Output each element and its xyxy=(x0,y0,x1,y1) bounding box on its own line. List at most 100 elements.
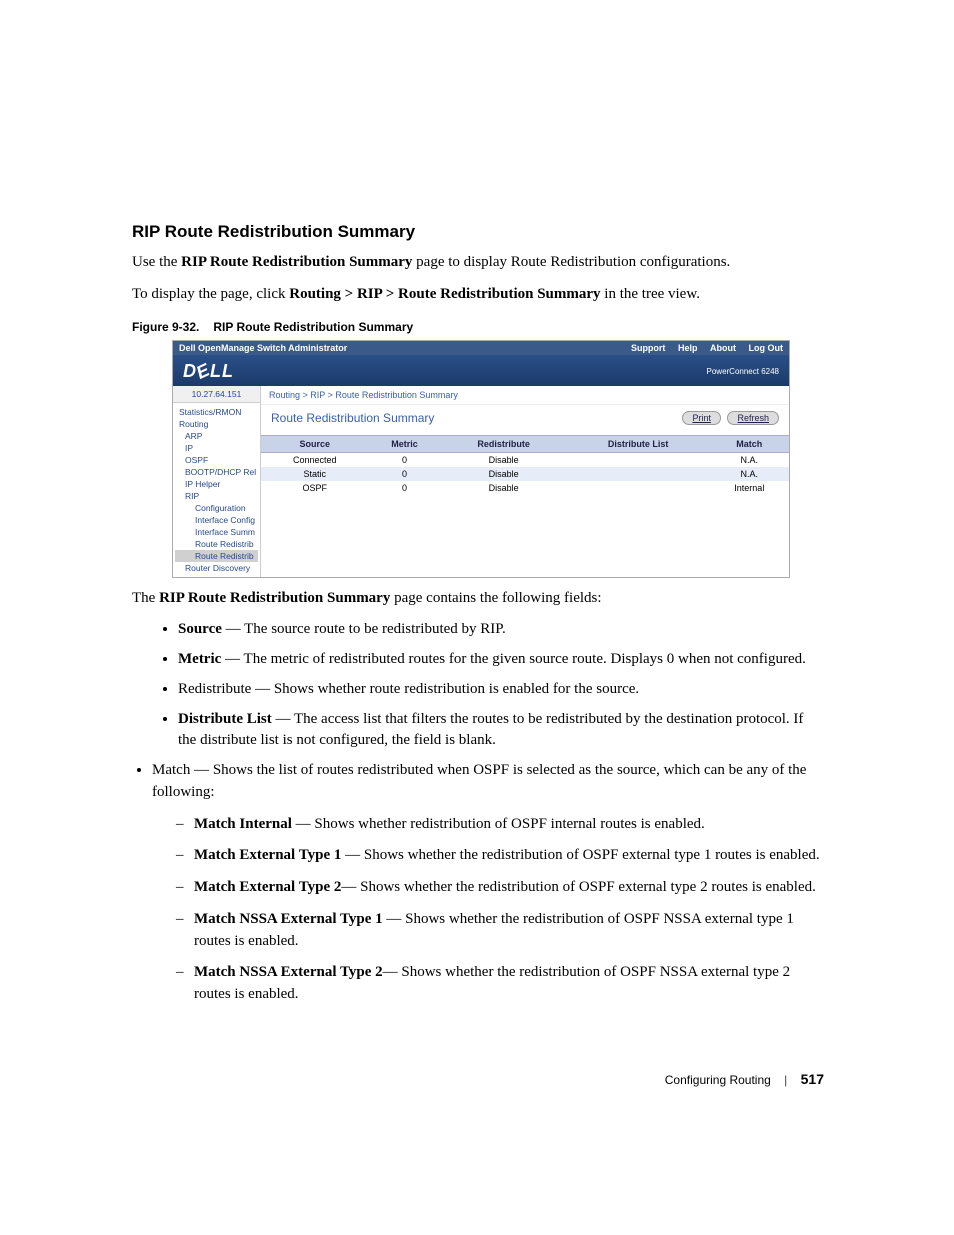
breadcrumb: Routing > RIP > Route Redistribution Sum… xyxy=(261,386,789,405)
field-name: Match External Type 2 xyxy=(194,879,341,895)
refresh-button[interactable]: Refresh xyxy=(727,411,779,425)
list-item: Match External Type 1 — Shows whether th… xyxy=(176,845,824,867)
text: page to display Route Redistribution con… xyxy=(412,254,730,270)
field-desc: — The access list that filters the route… xyxy=(178,711,803,749)
nav-path: Routing > RIP > Route Redistribution Sum… xyxy=(289,286,600,302)
text-bold: RIP Route Redistribution Summary xyxy=(159,590,390,606)
text: To display the page, click xyxy=(132,286,289,302)
field-desc: — Shows whether the redistribution of OS… xyxy=(341,847,819,863)
figure-label: Figure 9-32. xyxy=(132,320,199,334)
page-number: 517 xyxy=(801,1071,824,1087)
sidebar: 10.27.64.151 Statistics/RMON Routing ARP… xyxy=(173,386,261,577)
tree-item[interactable]: Configuration xyxy=(175,502,258,514)
tree-item[interactable]: IP Helper xyxy=(175,478,258,490)
cell xyxy=(567,467,710,481)
field-name: Metric xyxy=(178,651,221,667)
nav-help-link[interactable]: Help xyxy=(678,343,698,353)
field-name: Match Internal xyxy=(194,816,292,832)
list-item: Distribute List — The access list that f… xyxy=(178,709,824,753)
screenshot-panel: Dell OpenManage Switch Administrator Sup… xyxy=(172,340,790,578)
device-ip: 10.27.64.151 xyxy=(173,386,260,403)
col-source: Source xyxy=(261,435,369,452)
cell: Connected xyxy=(261,452,369,467)
text: page contains the following fields: xyxy=(390,590,601,606)
table-row: Static 0 Disable N.A. xyxy=(261,467,789,481)
field-name: Source xyxy=(178,621,222,637)
field-desc: — The source route to be redistributed b… xyxy=(222,621,506,637)
tree-item[interactable]: RIP xyxy=(175,490,258,502)
list-item: Metric — The metric of redistributed rou… xyxy=(178,649,824,671)
list-item: Match External Type 2— Shows whether the… xyxy=(176,877,824,899)
nav-support-link[interactable]: Support xyxy=(631,343,666,353)
list-item: Redistribute — Shows whether route redis… xyxy=(178,679,824,701)
intro-paragraph-2: To display the page, click Routing > RIP… xyxy=(132,284,824,306)
field-desc: — Shows whether the redistribution of OS… xyxy=(341,879,816,895)
cell: Internal xyxy=(710,481,789,495)
tree-item-selected[interactable]: Route Redistrib xyxy=(175,550,258,562)
fields-intro: The RIP Route Redistribution Summary pag… xyxy=(132,588,824,610)
tree-item[interactable]: OSPF xyxy=(175,454,258,466)
nav-tree[interactable]: Statistics/RMON Routing ARP IP OSPF BOOT… xyxy=(173,403,260,577)
cell: OSPF xyxy=(261,481,369,495)
cell: Disable xyxy=(441,467,567,481)
tree-item[interactable]: Statistics/RMON xyxy=(175,406,258,418)
col-metric: Metric xyxy=(369,435,441,452)
page-footer: Configuring Routing | 517 xyxy=(665,1071,824,1087)
divider-icon: | xyxy=(784,1073,787,1087)
cell: 0 xyxy=(369,452,441,467)
tree-item[interactable]: Routing xyxy=(175,418,258,430)
nav-about-link[interactable]: About xyxy=(710,343,736,353)
cell: N.A. xyxy=(710,467,789,481)
tree-item[interactable]: BOOTP/DHCP Rel xyxy=(175,466,258,478)
tree-item[interactable]: Router Discovery xyxy=(175,562,258,574)
cell: N.A. xyxy=(710,452,789,467)
table-row: OSPF 0 Disable Internal xyxy=(261,481,789,495)
text: The xyxy=(132,590,159,606)
intro-paragraph-1: Use the RIP Route Redistribution Summary… xyxy=(132,252,824,274)
text: in the tree view. xyxy=(601,286,700,302)
text: Use the xyxy=(132,254,181,270)
match-sublist: Match Internal — Shows whether redistrib… xyxy=(152,814,824,1006)
field-name: Distribute List xyxy=(178,711,272,727)
tree-item[interactable]: Route Redistrib xyxy=(175,538,258,550)
cell: 0 xyxy=(369,481,441,495)
cell xyxy=(567,481,710,495)
list-item: Match NSSA External Type 2— Shows whethe… xyxy=(176,962,824,1006)
main-panel: Routing > RIP > Route Redistribution Sum… xyxy=(261,386,789,577)
field-desc: Match — Shows the list of routes redistr… xyxy=(152,762,806,800)
list-item: Match Internal — Shows whether redistrib… xyxy=(176,814,824,836)
list-item: Match NSSA External Type 1 — Shows wheth… xyxy=(176,909,824,953)
field-name: Match External Type 1 xyxy=(194,847,341,863)
text-bold: RIP Route Redistribution Summary xyxy=(181,254,412,270)
field-desc: — Shows whether redistribution of OSPF i… xyxy=(292,816,705,832)
product-label: PowerConnect 6248 xyxy=(707,367,780,376)
figure-caption: Figure 9-32. RIP Route Redistribution Sum… xyxy=(132,320,824,334)
table-row: Connected 0 Disable N.A. xyxy=(261,452,789,467)
footer-section: Configuring Routing xyxy=(665,1073,771,1087)
cell xyxy=(567,452,710,467)
cell: Disable xyxy=(441,452,567,467)
tree-item[interactable]: IP xyxy=(175,442,258,454)
tree-item[interactable]: Interface Summ xyxy=(175,526,258,538)
panel-title: Route Redistribution Summary xyxy=(271,411,434,425)
section-heading: RIP Route Redistribution Summary xyxy=(132,222,824,242)
field-desc: Redistribute — Shows whether route redis… xyxy=(178,681,639,697)
cell: Disable xyxy=(441,481,567,495)
col-distribute-list: Distribute List xyxy=(567,435,710,452)
print-button[interactable]: Print xyxy=(682,411,721,425)
list-item: Match — Shows the list of routes redistr… xyxy=(152,760,824,1006)
app-title: Dell OpenManage Switch Administrator xyxy=(179,343,347,353)
tree-item[interactable]: Interface Config xyxy=(175,514,258,526)
app-topbar: Dell OpenManage Switch Administrator Sup… xyxy=(173,341,789,355)
summary-table: Source Metric Redistribute Distribute Li… xyxy=(261,435,789,495)
cell: Static xyxy=(261,467,369,481)
cell: 0 xyxy=(369,467,441,481)
col-match: Match xyxy=(710,435,789,452)
figure-title: RIP Route Redistribution Summary xyxy=(213,320,413,334)
nav-logout-link[interactable]: Log Out xyxy=(749,343,784,353)
dell-logo-icon: DELL xyxy=(183,361,234,382)
logo-bar: DELL PowerConnect 6248 xyxy=(173,355,789,386)
field-list: Source — The source route to be redistri… xyxy=(132,619,824,1006)
col-redistribute: Redistribute xyxy=(441,435,567,452)
tree-item[interactable]: ARP xyxy=(175,430,258,442)
